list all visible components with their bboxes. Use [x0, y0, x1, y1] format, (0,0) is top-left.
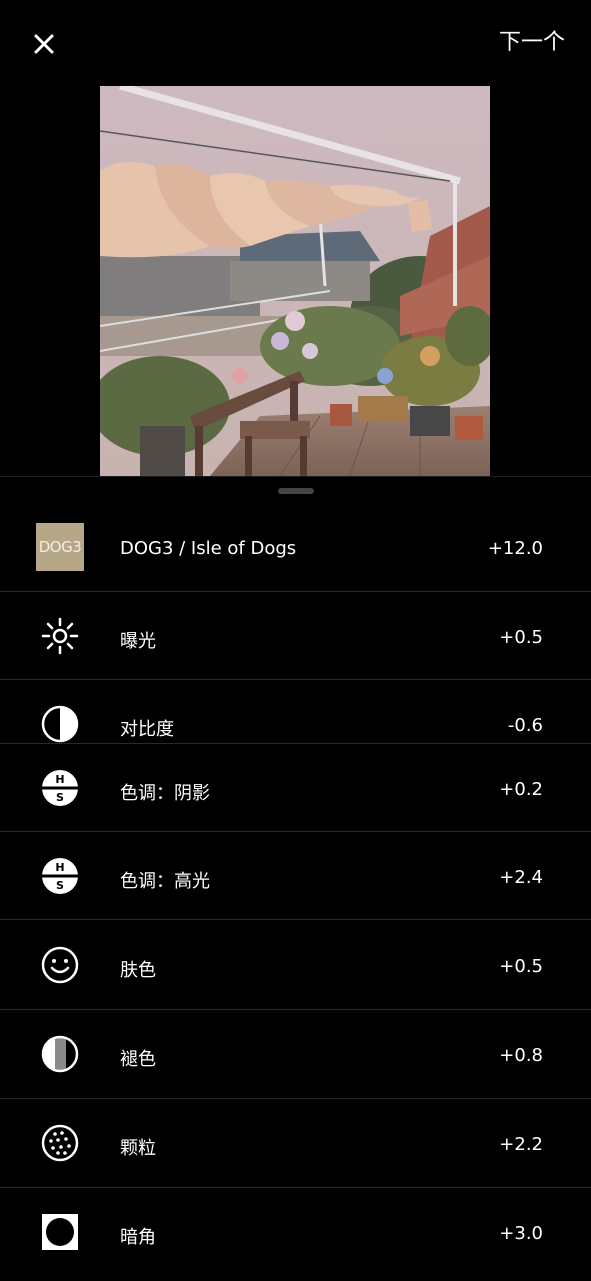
adjustment-row-fade[interactable]: 褪色 +0.8	[0, 1010, 591, 1099]
top-bar: 下一个	[0, 0, 591, 86]
adjustment-value: +2.4	[499, 867, 543, 888]
adjustment-row-tint-shadows[interactable]: H S 色调：阴影 +0.2	[0, 744, 591, 832]
adjustment-label: 颗粒	[120, 1138, 156, 1159]
photo-preview[interactable]	[100, 86, 490, 476]
drag-handle[interactable]	[278, 488, 314, 494]
adjustment-row-exposure[interactable]: 曝光 +0.5	[0, 592, 591, 680]
adjustment-value: +0.5	[499, 956, 543, 977]
adjustment-value: +2.2	[499, 1134, 543, 1155]
adjustment-row-grain[interactable]: 颗粒 +2.2	[0, 1099, 591, 1188]
next-button[interactable]: 下一个	[499, 27, 565, 59]
adjustment-value: +0.5	[499, 627, 543, 648]
adjustment-value: +3.0	[499, 1223, 543, 1244]
fade-icon	[36, 1030, 84, 1078]
adjustment-label: 暗角	[120, 1227, 156, 1248]
adjustment-row-tint-highlights[interactable]: H S 色调：高光 +2.4	[0, 832, 591, 920]
close-button[interactable]	[28, 28, 60, 60]
hs-icon: H S	[36, 764, 84, 812]
sun-icon	[36, 612, 84, 660]
preset-thumbnail: DOG3	[36, 523, 84, 571]
svg-text:H: H	[55, 861, 64, 874]
adjustment-label: 对比度	[120, 719, 174, 740]
adjustment-label: 肤色	[120, 960, 156, 981]
vignette-icon	[36, 1208, 84, 1256]
preset-thumb-text: DOG3	[36, 523, 84, 571]
close-icon	[34, 34, 54, 54]
adjustment-label: 色调：高光	[120, 871, 210, 892]
adjustment-label: 色调：阴影	[120, 783, 210, 804]
svg-text:S: S	[56, 791, 64, 804]
adjustment-row-skin-tone[interactable]: 肤色 +0.5	[0, 920, 591, 1010]
adjustment-row-vignette[interactable]: 暗角 +3.0	[0, 1188, 591, 1276]
contrast-icon	[36, 700, 84, 743]
hs-icon: H S	[36, 852, 84, 900]
adjustment-value: +12.0	[487, 538, 543, 559]
svg-text:S: S	[56, 879, 64, 892]
adjustment-label: 褪色	[120, 1049, 156, 1070]
grain-icon	[36, 1119, 84, 1167]
adjustments-panel: DOG3 DOG3 / Isle of Dogs +12.0 曝光 +0.5 对…	[0, 476, 591, 1281]
adjustment-row-preset[interactable]: DOG3 DOG3 / Isle of Dogs +12.0	[0, 503, 591, 592]
adjustment-value: -0.6	[507, 715, 543, 736]
svg-text:H: H	[55, 773, 64, 786]
adjustment-label: 曝光	[120, 631, 156, 652]
adjustment-row-contrast[interactable]: 对比度 -0.6	[0, 680, 591, 744]
adjustment-label: DOG3 / Isle of Dogs	[120, 538, 297, 559]
adjustment-value: +0.8	[499, 1045, 543, 1066]
adjustment-value: +0.2	[499, 779, 543, 800]
rooftop-garden-photo	[100, 86, 490, 476]
smiley-icon	[36, 941, 84, 989]
